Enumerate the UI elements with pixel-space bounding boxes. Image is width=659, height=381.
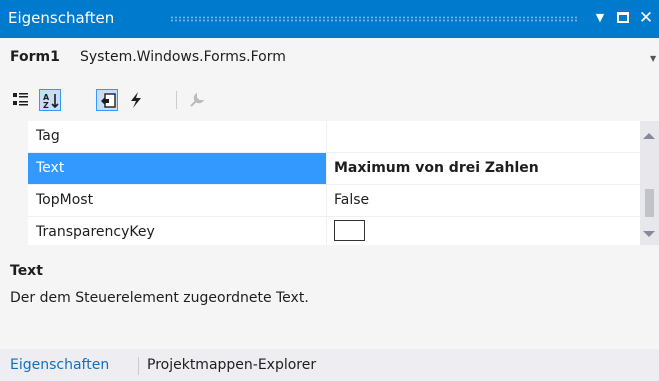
property-name: TransparencyKey [28,217,327,245]
tab-separator [138,357,139,375]
events-icon [131,92,141,108]
property-name: Tag [28,121,327,152]
property-value[interactable]: False [328,185,640,216]
properties-icon [101,93,116,108]
property-toolbar: A Z [0,79,659,121]
scroll-thumb[interactable] [645,189,654,217]
tab-strip: Eigenschaften Projektmappen-Explorer [0,349,659,381]
categorized-icon [13,93,28,106]
property-row-text[interactable]: Text Maximum von drei Zahlen [28,153,640,185]
property-row-topmost[interactable]: TopMost False [28,185,640,217]
scroll-down-icon[interactable] [643,231,655,237]
description-panel: Text Der dem Steuerelement zugeordnete T… [0,245,659,349]
scroll-up-icon[interactable] [643,133,655,139]
tab-projektmappen-explorer[interactable]: Projektmappen-Explorer [147,357,316,373]
description-text: Der dem Steuerelement zugeordnete Text. [10,290,309,306]
vertical-scrollbar[interactable] [640,121,659,245]
categorized-button[interactable] [10,89,32,111]
chevron-down-icon[interactable]: ▼ [650,54,656,63]
object-name: Form1 [10,49,60,65]
color-swatch [334,220,365,241]
property-value[interactable] [328,121,640,152]
property-pages-icon [190,92,205,107]
property-value[interactable]: Maximum von drei Zahlen [328,153,640,184]
alphabetical-icon: A Z [43,93,59,110]
panel-title: Eigenschaften [8,9,115,27]
property-name: TopMost [28,185,327,216]
close-icon[interactable]: ✕ [636,7,656,29]
maximize-icon[interactable] [613,7,633,29]
property-row-transparencykey[interactable]: TransparencyKey [28,217,640,245]
object-selector[interactable]: Form1 System.Windows.Forms.Form ▼ [0,38,659,79]
svg-text:Z: Z [43,101,49,110]
dropdown-arrow-icon[interactable]: ▼ [590,7,610,29]
panel-title-bar[interactable]: Eigenschaften ▼ ✕ [0,0,659,38]
description-title: Text [10,263,43,279]
property-value[interactable] [328,217,640,245]
object-type: System.Windows.Forms.Form [80,49,286,65]
grid-gutter [8,121,28,245]
events-button[interactable] [125,89,147,111]
drag-grip[interactable] [170,16,577,22]
alphabetical-button[interactable]: A Z [39,89,61,111]
tab-eigenschaften[interactable]: Eigenschaften [10,357,109,373]
properties-button[interactable] [96,89,118,111]
toolbar-separator [176,91,177,109]
property-row-tag[interactable]: Tag [28,121,640,153]
property-pages-button[interactable] [186,89,208,111]
property-grid: Tag Text Maximum von drei Zahlen TopMost… [8,121,640,245]
property-name: Text [28,153,327,184]
